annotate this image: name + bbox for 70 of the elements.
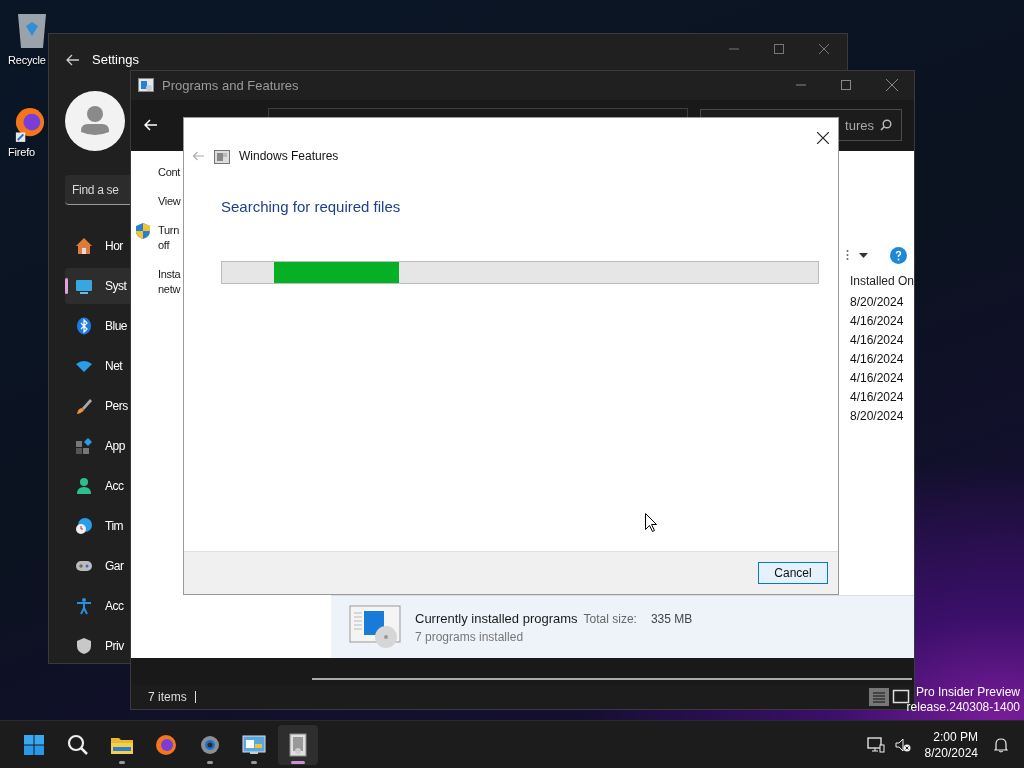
maximize-icon[interactable]	[774, 44, 784, 54]
nav-item[interactable]: Acc	[65, 588, 130, 624]
dialog-heading: Searching for required files	[221, 198, 402, 215]
total-size-value: 335 MB	[650, 611, 693, 626]
maximize-icon[interactable]	[841, 80, 851, 91]
nav-item[interactable]: Pers	[65, 388, 130, 424]
firefox-icon[interactable]	[14, 106, 46, 142]
sidebar-link[interactable]: Turn off	[158, 223, 182, 254]
nav-item[interactable]: Blue	[65, 308, 130, 344]
nav-item[interactable]: Acc	[65, 468, 130, 504]
account-icon	[75, 477, 93, 495]
cancel-button[interactable]: Cancel	[758, 562, 828, 584]
details-view-icon[interactable]	[869, 688, 889, 707]
accessibility-icon	[75, 597, 93, 615]
watermark-text: Pro Insider Preview	[915, 685, 1020, 700]
search-field[interactable]: Find a se	[65, 175, 130, 205]
window-title: Programs and Features	[162, 77, 299, 93]
desktop-icon-label: Firefo	[8, 146, 35, 158]
total-size-label: Total size:	[583, 611, 637, 626]
brush-icon	[75, 397, 93, 415]
avatar-icon	[65, 91, 125, 151]
nav-item[interactable]: Hor	[65, 228, 130, 264]
notification-bell-icon[interactable]	[994, 736, 1008, 753]
bluetooth-icon	[75, 317, 93, 335]
speaker-muted-icon[interactable]	[894, 736, 911, 753]
time-icon	[75, 517, 93, 535]
table-cell: 8/20/2024	[850, 294, 904, 309]
apps-icon	[75, 437, 93, 455]
privacy-icon	[75, 637, 93, 655]
nav-item[interactable]: App	[65, 428, 130, 464]
window-title: Settings	[92, 52, 139, 67]
table-cell: 8/20/2024	[850, 408, 904, 423]
network-icon[interactable]	[866, 736, 885, 753]
program-count: 7 programs installed	[415, 629, 525, 644]
programs-icon	[349, 605, 401, 650]
sidebar-link[interactable]: View	[158, 194, 182, 210]
table-cell: 4/16/2024	[850, 332, 904, 347]
watermark-text: release.240308-1400	[906, 700, 1020, 715]
search-icon[interactable]	[880, 119, 892, 132]
more-icon[interactable]	[846, 249, 849, 262]
table-cell: 4/16/2024	[850, 370, 904, 385]
details-title: Currently installed programs	[415, 610, 578, 626]
scrollbar[interactable]	[312, 678, 912, 681]
caret-icon[interactable]	[859, 252, 868, 258]
shield-icon	[136, 223, 150, 240]
home-icon	[75, 237, 93, 255]
clock-time[interactable]: 2:00 PM	[933, 728, 978, 745]
nav-item[interactable]: Priv	[65, 628, 130, 664]
windows-features-icon	[214, 148, 230, 164]
installer-taskbar-icon[interactable]	[278, 724, 318, 765]
clock-date[interactable]: 8/20/2024	[924, 744, 978, 761]
close-icon[interactable]	[817, 132, 829, 144]
desktop-icon-label: Recycle	[8, 54, 46, 66]
nav-item[interactable]: Net	[65, 348, 130, 384]
mouse-cursor-icon	[645, 513, 657, 532]
table-cell: 4/16/2024	[850, 313, 904, 328]
window-title: Windows Features	[239, 149, 339, 163]
nav-item[interactable]: Gar	[65, 548, 130, 584]
back-arrow-icon[interactable]	[66, 53, 80, 66]
system-icon	[75, 277, 93, 295]
help-icon[interactable]	[890, 246, 907, 264]
nav-item[interactable]: Tim	[65, 508, 130, 544]
control-panel-icon	[138, 78, 154, 93]
sidebar-link[interactable]: Insta netw	[158, 267, 182, 298]
column-header[interactable]: Installed On	[842, 272, 914, 293]
table-cell: 4/16/2024	[850, 389, 904, 404]
table-cell: 4/16/2024	[850, 351, 904, 366]
nav-item[interactable]: Syst	[65, 268, 130, 304]
status-text: 7 items	[148, 691, 196, 704]
sidebar-link[interactable]: Cont	[158, 165, 182, 181]
